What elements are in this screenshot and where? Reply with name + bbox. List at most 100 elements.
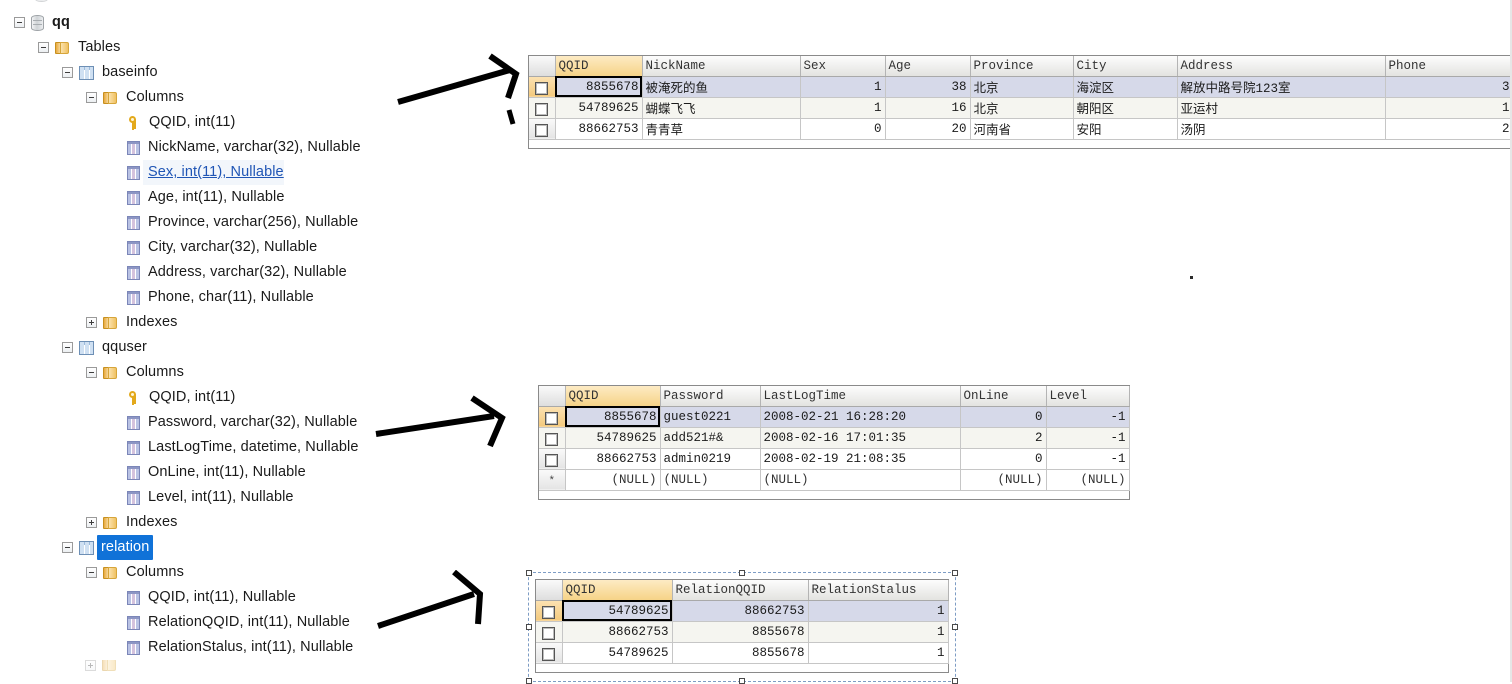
cell-age[interactable]: 20 [885, 118, 971, 140]
row-checkbox-icon[interactable] [545, 432, 559, 446]
tree-node-column[interactable]: Sex, int(11), Nullable [0, 160, 520, 185]
tree-node-folder[interactable]: Columns [0, 560, 520, 585]
relation-grid-selection-frame[interactable]: QQID RelationQQID RelationStalus 54789625 8… [526, 570, 958, 684]
tree-node-database[interactable]: qq [0, 10, 520, 35]
object-explorer-tree[interactable]: qq Tables baseinfo Columns QQID, int(11) Ni… [0, 0, 520, 682]
tree-node-column[interactable]: City, varchar(32), Nullable [0, 235, 520, 260]
cell-relationstalus[interactable]: 1 [808, 621, 949, 643]
tree-node-column[interactable]: RelationStalus, int(11), Nullable [0, 635, 520, 660]
cell-nickname[interactable]: 被淹死的鱼 [642, 76, 801, 98]
column-header-age[interactable]: Age [885, 56, 971, 77]
cell-address[interactable]: 亚运村 [1177, 97, 1386, 119]
row-selector-cell[interactable] [529, 76, 556, 98]
cell-nickname[interactable]: 青青草 [642, 118, 801, 140]
expander-plus-icon[interactable] [86, 517, 97, 528]
row-selector-cell[interactable] [539, 427, 566, 449]
tree-node-table[interactable]: qquser [0, 335, 520, 360]
row-checkbox-icon[interactable] [535, 81, 549, 95]
table-row[interactable]: 54789625 88662753 1 [536, 600, 949, 622]
cell-qqid[interactable]: 8855678 [555, 76, 643, 98]
cell-lastlogtime[interactable]: 2008-02-16 17:01:35 [760, 427, 961, 449]
tree-node-folder[interactable]: Indexes [0, 310, 520, 335]
cell-relationstalus[interactable]: 1 [808, 600, 949, 622]
expander-minus-icon[interactable] [14, 17, 25, 28]
new-row[interactable]: * (NULL) (NULL) (NULL) (NULL) (NULL) [539, 469, 1130, 491]
resize-handle-e[interactable] [952, 624, 958, 630]
cell-phone[interactable]: 2 [1385, 118, 1512, 140]
cell-qqid[interactable]: 54789625 [565, 427, 661, 449]
tree-node-column[interactable]: Password, varchar(32), Nullable [0, 410, 520, 435]
resize-handle-w[interactable] [526, 624, 532, 630]
column-header-qqid[interactable]: QQID [555, 56, 643, 77]
cell-city[interactable]: 海淀区 [1073, 76, 1178, 98]
row-selector-cell[interactable] [529, 118, 556, 140]
cell-qqid[interactable]: 54789625 [555, 97, 643, 119]
table-row[interactable]: 54789625 add521#& 2008-02-16 17:01:35 2 -1 [539, 427, 1130, 449]
cell-password[interactable]: admin0219 [660, 448, 761, 470]
cell-level[interactable]: -1 [1046, 448, 1130, 470]
tree-node-table[interactable]: baseinfo [0, 60, 520, 85]
column-header-relationqqid[interactable]: RelationQQID [672, 580, 809, 601]
row-checkbox-icon[interactable] [542, 647, 556, 661]
relation-body[interactable]: 54789625 88662753 1 88662753 8855678 1 5478962… [536, 600, 949, 664]
cell-online[interactable]: 2 [960, 427, 1047, 449]
cell-qqid[interactable]: 88662753 [562, 621, 673, 643]
tree-node-column[interactable]: NickName, varchar(32), Nullable [0, 135, 520, 160]
cell-lastlogtime[interactable]: 2008-02-19 21:08:35 [760, 448, 961, 470]
table-row[interactable]: 8855678 guest0221 2008-02-21 16:28:20 0 -1 [539, 406, 1130, 428]
expander-plus-icon[interactable] [86, 317, 97, 328]
tree-node-table[interactable]: relation [0, 535, 520, 560]
row-selector-cell[interactable] [539, 406, 566, 428]
cell-city[interactable]: 朝阳区 [1073, 97, 1178, 119]
expander-minus-icon[interactable] [62, 342, 73, 353]
row-checkbox-icon[interactable] [542, 626, 556, 640]
table-row[interactable]: 88662753 admin0219 2008-02-19 21:08:35 0 -1 [539, 448, 1130, 470]
tree-node-column[interactable]: LastLogTime, datetime, Nullable [0, 435, 520, 460]
cell-relationqqid[interactable]: 8855678 [672, 642, 809, 664]
new-row-cell-password[interactable]: (NULL) [660, 469, 761, 491]
table-row[interactable]: 54789625 8855678 1 [536, 642, 949, 664]
cell-phone[interactable]: 1 [1385, 97, 1512, 119]
baseinfo-body[interactable]: 8855678 被淹死的鱼 1 38 北京 海淀区 解放中路号院123室 3 54789625 蝴… [529, 76, 1512, 140]
new-row-cell-level[interactable]: (NULL) [1046, 469, 1130, 491]
cell-address[interactable]: 解放中路号院123室 [1177, 76, 1386, 98]
tree-node-column[interactable]: OnLine, int(11), Nullable [0, 460, 520, 485]
cell-relationqqid[interactable]: 88662753 [672, 600, 809, 622]
tree-node-tables-folder[interactable]: Tables [0, 35, 520, 60]
cell-sex[interactable]: 0 [800, 118, 886, 140]
cell-province[interactable]: 北京 [970, 97, 1074, 119]
cell-sex[interactable]: 1 [800, 97, 886, 119]
cell-qqid[interactable]: 8855678 [565, 406, 661, 428]
cell-address[interactable]: 汤阴 [1177, 118, 1386, 140]
tree-node-folder[interactable]: Columns [0, 85, 520, 110]
cell-age[interactable]: 38 [885, 76, 971, 98]
cell-qqid[interactable]: 54789625 [562, 600, 673, 622]
cell-province[interactable]: 河南省 [970, 118, 1074, 140]
row-selector-cell[interactable] [536, 600, 563, 622]
row-header-corner[interactable] [539, 386, 566, 407]
row-checkbox-icon[interactable] [542, 605, 556, 619]
row-selector-cell[interactable] [536, 621, 563, 643]
resize-handle-se[interactable] [952, 678, 958, 684]
cell-password[interactable]: guest0221 [660, 406, 761, 428]
row-checkbox-icon[interactable] [535, 123, 549, 137]
tree-node-column[interactable]: Address, varchar(32), Nullable [0, 260, 520, 285]
resize-handle-s[interactable] [739, 678, 745, 684]
table-row[interactable]: 88662753 8855678 1 [536, 621, 949, 643]
resize-handle-sw[interactable] [526, 678, 532, 684]
data-grid-qquser[interactable]: QQID Password LastLogTime OnLine Level 88556… [538, 385, 1130, 500]
new-row-cell-lastlogtime[interactable]: (NULL) [760, 469, 961, 491]
cell-sex[interactable]: 1 [800, 76, 886, 98]
tree-node-folder[interactable]: Indexes [0, 510, 520, 535]
row-checkbox-icon[interactable] [545, 453, 559, 467]
column-header-phone[interactable]: Phone [1385, 56, 1512, 77]
column-header-relationstalus[interactable]: RelationStalus [808, 580, 949, 601]
column-header-lastlogtime[interactable]: LastLogTime [760, 386, 961, 407]
row-checkbox-icon[interactable] [545, 411, 559, 425]
qquser-body[interactable]: 8855678 guest0221 2008-02-21 16:28:20 0 -1 54… [539, 406, 1130, 491]
cell-lastlogtime[interactable]: 2008-02-21 16:28:20 [760, 406, 961, 428]
cell-qqid[interactable]: 54789625 [562, 642, 673, 664]
cell-province[interactable]: 北京 [970, 76, 1074, 98]
expander-minus-icon[interactable] [62, 67, 73, 78]
column-header-province[interactable]: Province [970, 56, 1074, 77]
